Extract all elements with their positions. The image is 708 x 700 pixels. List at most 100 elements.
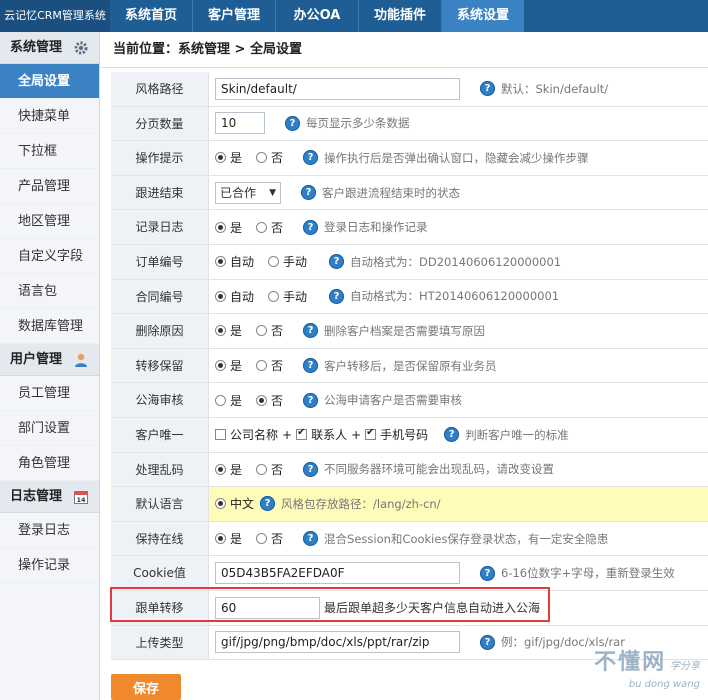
sidebar-group-logs[interactable]: 日志管理 14 [0, 481, 99, 513]
radio-yes[interactable]: 是 [215, 461, 242, 478]
sidebar-item-regions[interactable]: 地区管理 [0, 204, 99, 239]
radio-chinese[interactable]: 中文 [215, 495, 254, 512]
row-contract-number: 合同编号 自动 手动 ? 自动格式为：HT20140606120000001 [111, 279, 708, 315]
sidebar-item-roles[interactable]: 角色管理 [0, 446, 99, 481]
radio-unchecked [268, 290, 280, 302]
nav-system-settings[interactable]: 系统设置 [442, 0, 524, 32]
row-page-size: 分页数量 10 ? 每页显示多少条数据 [111, 106, 708, 142]
save-button[interactable]: 保存 [111, 674, 181, 700]
checkbox-contact[interactable]: 联系人 [296, 426, 347, 443]
radio-yes[interactable]: 是 [215, 149, 242, 166]
select-value: 已合作 [220, 185, 257, 200]
option-label: 自动 [230, 255, 255, 270]
help-icon: ? [480, 81, 495, 97]
sidebar-item-shortcut-menu[interactable]: 快捷菜单 [0, 99, 99, 134]
option-label: 否 [271, 359, 284, 374]
app-brand: 云记忆CRM管理系统 [0, 0, 110, 32]
field-label: 公海审核 [111, 383, 209, 417]
row-delete-reason: 删除原因 是 否 ? 删除客户档案是否需要填写原因 [111, 314, 708, 349]
option-label: 是 [230, 532, 243, 547]
help-icon: ? [303, 150, 319, 166]
help-text: 公海申请客户是否需要审核 [324, 393, 463, 408]
radio-no[interactable]: 否 [256, 392, 283, 409]
radio-yes[interactable]: 是 [215, 357, 242, 374]
radio-no[interactable]: 否 [256, 530, 283, 547]
sidebar-item-products[interactable]: 产品管理 [0, 169, 99, 204]
row-follow-transfer: 跟单转移 60 最后跟单超多少天客户信息自动进入公海 [111, 590, 708, 626]
sidebar-group-label: 系统管理 [10, 40, 63, 55]
field-label: 订单编号 [111, 244, 209, 279]
sidebar-item-global-settings[interactable]: 全局设置 [0, 64, 99, 99]
skin-path-input[interactable]: Skin/default/ [215, 77, 460, 100]
sidebar-item-operation-log[interactable]: 操作记录 [0, 548, 99, 583]
option-label: 手动 [283, 289, 308, 304]
sidebar-item-login-log[interactable]: 登录日志 [0, 513, 99, 548]
sidebar-item-language-pack[interactable]: 语言包 [0, 274, 99, 309]
settings-form: 风格路径 Skin/default/ ? 默认：Skin/default/ 分页数… [111, 72, 708, 661]
radio-no[interactable]: 否 [256, 219, 283, 236]
sidebar-group-users[interactable]: 用户管理 [0, 344, 99, 376]
sidebar-item-database[interactable]: 数据库管理 [0, 309, 99, 344]
nav-customers[interactable]: 客户管理 [193, 0, 275, 32]
sidebar-item-employees[interactable]: 员工管理 [0, 376, 99, 411]
radio-unchecked [215, 394, 226, 406]
field-label: 处理乱码 [111, 452, 209, 487]
watermark-sub: bu dong wang [628, 679, 700, 690]
sidebar-item-departments[interactable]: 部门设置 [0, 411, 99, 446]
nav-plugins[interactable]: 功能插件 [359, 0, 441, 32]
radio-yes[interactable]: 是 [215, 322, 242, 339]
option-label: 公司名称 [230, 428, 279, 443]
field-label: 风格路径 [111, 72, 209, 106]
help-icon: ? [480, 565, 495, 581]
radio-checked [215, 325, 226, 337]
plus-sign: + [351, 427, 362, 442]
help-icon: ? [329, 288, 345, 304]
radio-manual[interactable]: 手动 [268, 288, 307, 305]
field-label: Cookie值 [111, 556, 209, 590]
field-label: 默认语言 [111, 487, 209, 521]
help-text: 客户跟进流程结束时的状态 [322, 185, 460, 200]
nav-office-oa[interactable]: 办公OA [276, 0, 358, 32]
help-icon: ? [480, 634, 495, 650]
option-label: 手机号码 [380, 428, 429, 443]
option-label: 是 [230, 462, 243, 477]
option-label: 是 [230, 324, 243, 339]
option-label: 是 [230, 359, 243, 374]
radio-unchecked [256, 325, 268, 337]
follow-transfer-days-input[interactable]: 60 [215, 596, 320, 619]
sidebar-item-custom-fields[interactable]: 自定义字段 [0, 239, 99, 274]
radio-auto[interactable]: 自动 [215, 288, 254, 305]
radio-no[interactable]: 否 [256, 149, 283, 166]
help-icon: ? [303, 358, 319, 374]
radio-yes[interactable]: 是 [215, 219, 242, 236]
help-text: 默认：Skin/default/ [501, 81, 609, 96]
field-label: 操作提示 [111, 141, 209, 175]
radio-auto[interactable]: 自动 [215, 253, 254, 270]
radio-no[interactable]: 否 [256, 461, 283, 478]
gear-icon [74, 41, 88, 55]
nav-home[interactable]: 系统首页 [110, 0, 192, 32]
upload-type-input[interactable]: gif/jpg/png/bmp/doc/xls/ppt/rar/zip [215, 631, 460, 654]
radio-yes[interactable]: 是 [215, 530, 242, 547]
checkbox-company[interactable]: 公司名称 [215, 426, 278, 443]
follow-end-select[interactable]: 已合作 ▼ [215, 181, 281, 204]
radio-unchecked [256, 221, 268, 233]
radio-no[interactable]: 否 [256, 322, 283, 339]
sidebar-item-dropdowns[interactable]: 下拉框 [0, 134, 99, 169]
cookie-value-input[interactable]: 05D43B5FA2EFDA0F [215, 562, 460, 585]
page-size-input[interactable]: 10 [215, 112, 265, 135]
radio-no[interactable]: 否 [256, 357, 283, 374]
radio-yes[interactable]: 是 [215, 392, 242, 409]
radio-unchecked [256, 463, 268, 475]
option-label: 自动 [230, 289, 255, 304]
radio-checked [215, 360, 226, 372]
option-label: 联系人 [311, 428, 348, 443]
checkbox-mobile[interactable]: 手机号码 [365, 426, 428, 443]
radio-manual[interactable]: 手动 [268, 253, 307, 270]
breadcrumb: 当前位置：系统管理 > 全局设置 [101, 32, 708, 68]
sidebar-group-system[interactable]: 系统管理 [0, 32, 99, 64]
help-text: 每页显示多少条数据 [306, 116, 410, 131]
row-garbled-handling: 处理乱码 是 否 ? 不同服务器环境可能会出现乱码，请改变设置 [111, 452, 708, 488]
row-cookie-value: Cookie值 05D43B5FA2EFDA0F ? 6-16位数字+字母，重新登… [111, 556, 708, 591]
watermark-sub: 学分享 [670, 661, 700, 672]
